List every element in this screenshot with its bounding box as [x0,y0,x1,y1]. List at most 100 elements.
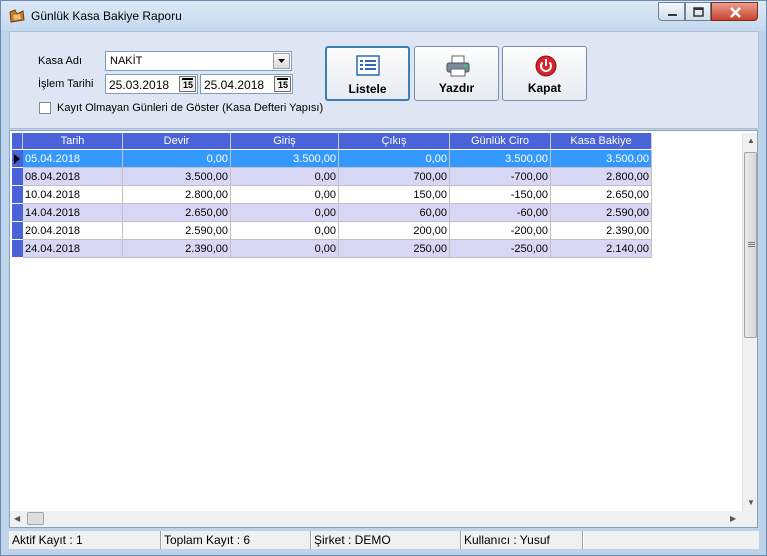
close-button-label: Kapat [527,81,562,95]
status-user: Kullanıcı : Yusuf [461,531,583,549]
maximize-button[interactable] [685,2,711,21]
row-indicator [12,168,23,186]
row-indicator-header [12,133,23,149]
svg-text:15: 15 [278,80,288,90]
cell-devir[interactable]: 2.650,00 [123,204,231,222]
scrollbar-corner [742,511,757,527]
cell-devir[interactable]: 3.500,00 [123,168,231,186]
cell-cikis[interactable]: 0,00 [339,150,450,168]
scroll-right-icon[interactable]: ▶ [730,514,736,523]
kasa-select-value: NAKİT [110,55,143,67]
cell-kasa-bakiye[interactable]: 2.390,00 [551,222,652,240]
kasa-label: Kasa Adı [38,55,83,67]
cell-tarih[interactable]: 20.04.2018 [23,222,123,240]
end-date-value: 25.04.2018 [204,78,265,92]
close-icon [730,7,741,18]
horizontal-scrollbar[interactable]: ◀ ▶ [10,511,742,527]
status-bar: Aktif Kayıt : 1 Toplam Kayıt : 6 Şirket … [9,531,759,549]
kasa-select[interactable]: NAKİT [105,51,292,71]
cell-tarih[interactable]: 05.04.2018 [23,150,123,168]
scroll-up-icon[interactable]: ▲ [747,136,755,145]
cell-devir[interactable]: 2.390,00 [123,240,231,258]
row-indicator [12,204,23,222]
scroll-down-icon[interactable]: ▼ [747,498,755,507]
window-title: Günlük Kasa Bakiye Raporu [31,9,182,23]
start-date-value: 25.03.2018 [109,78,170,92]
show-empty-days-label[interactable]: Kayıt Olmayan Günleri de Göster (Kasa De… [57,102,323,114]
cell-gunluk-ciro[interactable]: -200,00 [450,222,551,240]
cell-gunluk-ciro[interactable]: -250,00 [450,240,551,258]
app-icon [9,9,25,23]
column-header-kasa-bakiye[interactable]: Kasa Bakiye [551,133,652,149]
vertical-scrollbar[interactable]: ▲ ▼ [742,133,757,511]
print-button[interactable]: Yazdır [414,46,499,101]
cell-cikis[interactable]: 150,00 [339,186,450,204]
cell-gunluk-ciro[interactable]: -60,00 [450,204,551,222]
status-active-record: Aktif Kayıt : 1 [9,531,161,549]
start-date-picker-button[interactable]: 15 [179,76,196,92]
row-indicator [12,186,23,204]
cell-giris[interactable]: 3.500,00 [231,150,339,168]
scroll-left-icon[interactable]: ◀ [14,514,20,523]
minimize-icon [668,14,677,16]
grip-icon [748,242,755,247]
vertical-scroll-thumb[interactable] [744,152,757,338]
calendar-icon: 15 [277,78,288,90]
cell-cikis[interactable]: 200,00 [339,222,450,240]
column-header-giris[interactable]: Giriş [231,133,339,149]
cell-tarih[interactable]: 10.04.2018 [23,186,123,204]
horizontal-scroll-thumb[interactable] [27,512,44,525]
column-header-tarih[interactable]: Tarih [23,133,123,149]
cell-tarih[interactable]: 24.04.2018 [23,240,123,258]
list-icon [356,55,380,76]
svg-text:15: 15 [183,80,193,90]
data-grid[interactable]: Tarih Devir Giriş Çıkış Günlük Ciro Kasa… [9,130,758,528]
power-icon [535,55,557,77]
close-button[interactable]: Kapat [502,46,587,101]
row-indicator [12,222,23,240]
cell-cikis[interactable]: 250,00 [339,240,450,258]
cell-giris[interactable]: 0,00 [231,240,339,258]
column-header-devir[interactable]: Devir [123,133,231,149]
cell-kasa-bakiye[interactable]: 3.500,00 [551,150,652,168]
close-window-button[interactable] [711,2,758,21]
cell-kasa-bakiye[interactable]: 2.140,00 [551,240,652,258]
cell-giris[interactable]: 0,00 [231,204,339,222]
start-date-field[interactable]: 25.03.2018 15 [105,74,198,94]
status-empty-panel [583,531,759,549]
title-bar: Günlük Kasa Bakiye Raporu [1,1,766,31]
cell-devir[interactable]: 0,00 [123,150,231,168]
cell-giris[interactable]: 0,00 [231,168,339,186]
print-button-label: Yazdır [438,81,475,95]
maximize-icon [693,7,704,17]
cell-giris[interactable]: 0,00 [231,186,339,204]
status-company: Şirket : DEMO [311,531,461,549]
calendar-icon: 15 [182,78,193,90]
end-date-picker-button[interactable]: 15 [274,76,291,92]
cell-devir[interactable]: 2.590,00 [123,222,231,240]
show-empty-days-checkbox[interactable] [39,102,51,114]
tarih-label: İşlem Tarihi [38,78,94,90]
cell-giris[interactable]: 0,00 [231,222,339,240]
cell-cikis[interactable]: 60,00 [339,204,450,222]
column-header-gunluk-ciro[interactable]: Günlük Ciro [450,133,551,149]
minimize-button[interactable] [658,2,685,21]
row-indicator [12,150,23,168]
cell-gunluk-ciro[interactable]: -700,00 [450,168,551,186]
end-date-field[interactable]: 25.04.2018 15 [200,74,293,94]
cell-kasa-bakiye[interactable]: 2.800,00 [551,168,652,186]
cell-tarih[interactable]: 14.04.2018 [23,204,123,222]
cell-kasa-bakiye[interactable]: 2.650,00 [551,186,652,204]
cell-gunluk-ciro[interactable]: -150,00 [450,186,551,204]
status-total-records: Toplam Kayıt : 6 [161,531,311,549]
dropdown-button[interactable] [273,53,290,69]
cell-devir[interactable]: 2.800,00 [123,186,231,204]
cell-gunluk-ciro[interactable]: 3.500,00 [450,150,551,168]
printer-icon [446,55,470,77]
column-header-cikis[interactable]: Çıkış [339,133,450,149]
chevron-down-icon [278,59,285,63]
list-button[interactable]: Listele [325,46,410,101]
cell-kasa-bakiye[interactable]: 2.590,00 [551,204,652,222]
cell-tarih[interactable]: 08.04.2018 [23,168,123,186]
cell-cikis[interactable]: 700,00 [339,168,450,186]
